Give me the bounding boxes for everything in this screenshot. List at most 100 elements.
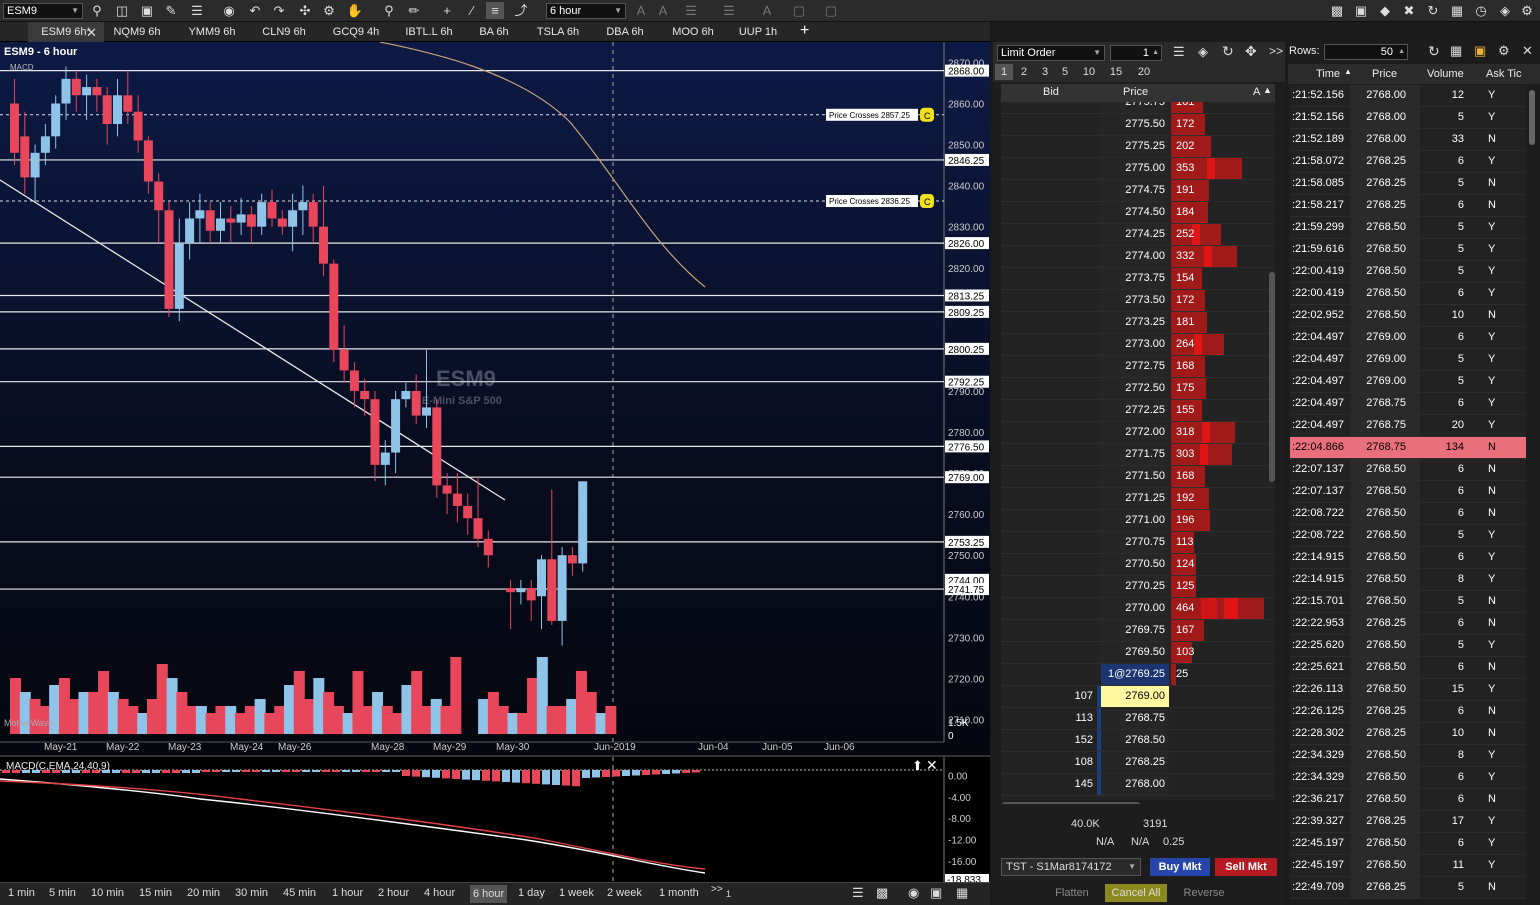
- ladder-row[interactable]: 2771.50 168: [1001, 466, 1275, 488]
- settings-icon[interactable]: ⚙: [1498, 43, 1510, 59]
- buy-market-button[interactable]: Buy Mkt: [1150, 858, 1210, 876]
- tas-row[interactable]: :22:02.952 2768.50 10 N: [1290, 305, 1526, 327]
- tab-8[interactable]: DBA 6h: [598, 22, 652, 42]
- price-chart[interactable]: 2870.00 2860.00 2850.00 2840.00 2830.00 2820.…: [0, 42, 990, 755]
- edit-icon[interactable]: ✎: [162, 2, 180, 19]
- candle-body[interactable]: [133, 111, 143, 141]
- fibonacci-tool-icon[interactable]: ≡: [486, 2, 504, 19]
- ladder-price[interactable]: 2774.50: [1101, 202, 1169, 223]
- undo-icon[interactable]: ↶: [246, 2, 264, 19]
- clock-icon[interactable]: ◷: [1472, 2, 1490, 19]
- candle-body[interactable]: [319, 226, 328, 264]
- tas-row[interactable]: :22:45.197 2768.50 11 Y: [1290, 855, 1526, 877]
- center-icon[interactable]: ✥: [1245, 43, 1257, 60]
- ask-cell[interactable]: [1171, 730, 1275, 751]
- ladder-price[interactable]: 2768.75: [1101, 708, 1169, 729]
- font-increase-icon[interactable]: A: [632, 2, 650, 19]
- bid-size[interactable]: 152: [1001, 730, 1099, 751]
- tas-list[interactable]: :21:52.156 2768.00 12 Y:21:52.156 2768.00 5 Y:…: [1288, 85, 1540, 905]
- ask-cell[interactable]: [1171, 774, 1275, 795]
- tas-row[interactable]: :22:45.197 2768.50 6 Y: [1290, 833, 1526, 855]
- ladder-price[interactable]: 2773.75: [1101, 268, 1169, 289]
- ladder-row[interactable]: 108 2768.25: [1001, 752, 1275, 774]
- ask-size[interactable]: 464: [1171, 598, 1275, 619]
- tas-row[interactable]: :22:08.722 2768.50 5 Y: [1290, 525, 1526, 547]
- ladder-price[interactable]: 2773.25: [1101, 312, 1169, 333]
- refresh-icon[interactable]: ↻: [1222, 43, 1234, 60]
- bar-chart-icon[interactable]: ▩: [1328, 2, 1346, 19]
- ask-size[interactable]: 155: [1171, 400, 1275, 421]
- candle-body[interactable]: [20, 136, 30, 178]
- ladder-price[interactable]: 1@2769.25: [1101, 664, 1169, 685]
- timeframe-3[interactable]: 15 min: [139, 887, 172, 899]
- candle-body[interactable]: [92, 87, 102, 96]
- qty-button-2[interactable]: 2: [1015, 64, 1033, 80]
- tas-row[interactable]: :22:49.709 2768.25 5 N: [1290, 877, 1526, 899]
- settings-icon[interactable]: ⚙: [1518, 2, 1536, 19]
- ask-size[interactable]: 192: [1171, 488, 1275, 509]
- timeframe-0[interactable]: 1 min: [8, 887, 35, 899]
- candle-body[interactable]: [30, 152, 40, 178]
- candle-body[interactable]: [557, 555, 567, 621]
- sort-icon[interactable]: ▲: [1344, 67, 1352, 76]
- tas-row[interactable]: :22:04.497 2768.75 6 Y: [1290, 393, 1526, 415]
- ask-size[interactable]: 191: [1171, 180, 1275, 201]
- menu-icon[interactable]: ☰: [852, 885, 864, 901]
- stepper-icon[interactable]: ▲: [1152, 46, 1159, 60]
- candle-body[interactable]: [257, 202, 267, 227]
- qty-button-20[interactable]: 20: [1135, 64, 1153, 80]
- timeframe-7[interactable]: 1 hour: [332, 887, 363, 899]
- maximize-icon[interactable]: ⬆: [912, 758, 923, 774]
- ask-cell[interactable]: [1171, 686, 1275, 707]
- ask-size[interactable]: 172: [1171, 114, 1275, 135]
- candle-body[interactable]: [370, 399, 380, 465]
- ladder-price[interactable]: 2774.75: [1101, 180, 1169, 201]
- candle-body[interactable]: [123, 95, 133, 112]
- candle-body[interactable]: [216, 218, 225, 231]
- ladder-row[interactable]: 2775.00 353: [1001, 158, 1275, 180]
- candle-body[interactable]: [473, 518, 483, 539]
- ladder-price[interactable]: 2768.00: [1101, 774, 1169, 795]
- ladder-price[interactable]: 2772.00: [1101, 422, 1169, 443]
- tas-row[interactable]: :22:08.722 2768.50 6 N: [1290, 503, 1526, 525]
- ladder-price[interactable]: 2770.50: [1101, 554, 1169, 575]
- ask-size[interactable]: 332: [1171, 246, 1275, 267]
- tas-row[interactable]: :22:26.125 2768.25 6 N: [1290, 701, 1526, 723]
- candle-body[interactable]: [401, 390, 411, 400]
- ladder-row[interactable]: 2773.50 172: [1001, 290, 1275, 312]
- tas-row[interactable]: :22:07.137 2768.50 6 N: [1290, 459, 1526, 481]
- qty-button-15[interactable]: 15: [1107, 64, 1125, 80]
- tas-row[interactable]: :22:00.419 2768.50 6 Y: [1290, 283, 1526, 305]
- ladder-row[interactable]: 145 2768.00: [1001, 774, 1275, 796]
- tab-2[interactable]: YMM9 6h: [178, 22, 246, 42]
- ladder-row[interactable]: 2771.25 192: [1001, 488, 1275, 510]
- ask-size[interactable]: 202: [1171, 136, 1275, 157]
- new-document-icon[interactable]: ◫: [113, 2, 131, 19]
- tas-row[interactable]: :22:22.953 2768.25 6 N: [1290, 613, 1526, 635]
- ask-size[interactable]: 103: [1171, 642, 1275, 663]
- timeframe-8[interactable]: 2 hour: [378, 887, 409, 899]
- qty-button-1[interactable]: 1: [995, 64, 1013, 80]
- tas-row[interactable]: :21:58.085 2768.25 5 N: [1290, 173, 1526, 195]
- grid-icon[interactable]: ▦: [1448, 2, 1466, 19]
- ladder-price[interactable]: 2772.25: [1101, 400, 1169, 421]
- ladder-row[interactable]: 2772.50 175: [1001, 378, 1275, 400]
- tas-row[interactable]: :21:52.156 2768.00 5 Y: [1290, 107, 1526, 129]
- calendar-icon[interactable]: ▦: [956, 885, 968, 901]
- ladder-row[interactable]: 1@2769.25 25: [1001, 664, 1275, 686]
- tab-7[interactable]: TSLA 6h: [528, 22, 588, 42]
- line-width-icon[interactable]: ☰: [720, 2, 738, 19]
- eraser-icon[interactable]: ◈: [1198, 44, 1208, 60]
- ladder-price[interactable]: 2772.75: [1101, 356, 1169, 377]
- settings-icon[interactable]: ⚙: [320, 2, 338, 19]
- bid-size[interactable]: 108: [1001, 752, 1099, 773]
- ladder-price[interactable]: 2771.75: [1101, 444, 1169, 465]
- tas-row[interactable]: :22:34.329 2768.50 6 Y: [1290, 767, 1526, 789]
- ask-size[interactable]: 196: [1171, 510, 1275, 531]
- period-selector[interactable]: 6 hour ▼: [546, 3, 626, 19]
- candle-body[interactable]: [547, 559, 557, 621]
- candle-body[interactable]: [236, 214, 246, 223]
- hand-icon[interactable]: ✋: [346, 2, 364, 19]
- ladder-row[interactable]: 2773.00 264: [1001, 334, 1275, 356]
- candle-body[interactable]: [349, 370, 359, 391]
